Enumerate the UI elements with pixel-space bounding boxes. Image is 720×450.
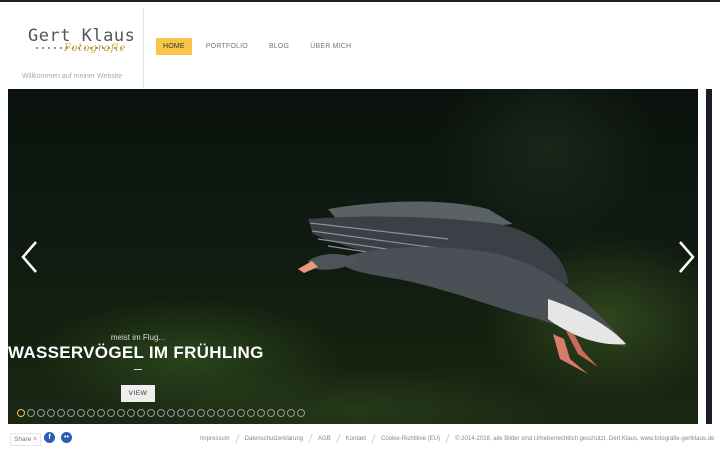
hero-slider[interactable]: meist im Flug... WASSERVÖGEL IM FRÜHLING… [8, 89, 698, 424]
slider-edge [706, 89, 712, 424]
slider-dot[interactable] [127, 409, 135, 417]
nav-item-home[interactable]: HOME [156, 38, 192, 55]
footer-link-datenschutz[interactable]: Datenschutzerklärung [245, 436, 303, 442]
slider-dot[interactable] [247, 409, 255, 417]
copyright-text: © 2014-2018, alle Bilder sind Urheberrec… [455, 435, 715, 442]
main-nav: HOME PORTFOLIO BLOG ÜBER MICH [156, 38, 365, 55]
site-header: Gert Klaus Fotografie Willkommen auf mei… [0, 2, 720, 88]
slider-dot[interactable] [147, 409, 155, 417]
footer-separator [336, 434, 341, 443]
slider-dot[interactable] [137, 409, 145, 417]
share-button[interactable]: Share ˄ [10, 433, 41, 446]
slider-dot[interactable] [187, 409, 195, 417]
slider-dot[interactable] [267, 409, 275, 417]
slider-pagination [17, 409, 305, 417]
slide-subtitle: meist im Flug... [110, 333, 166, 342]
nav-item-portfolio[interactable]: PORTFOLIO [199, 38, 255, 55]
slider-dot[interactable] [217, 409, 225, 417]
nav-item-blog[interactable]: BLOG [262, 38, 296, 55]
slider-dot[interactable] [57, 409, 65, 417]
site-tagline: Willkommen auf meiner Website [21, 73, 123, 80]
slider-dot[interactable] [87, 409, 95, 417]
slider-dot[interactable] [237, 409, 245, 417]
slider-dot[interactable] [67, 409, 75, 417]
logo-subtitle: Fotografie [64, 43, 127, 54]
share-label: Share [14, 436, 32, 443]
slider-dot[interactable] [117, 409, 125, 417]
footer-separator [235, 434, 240, 443]
slider-dot[interactable] [197, 409, 205, 417]
goose-image [298, 201, 626, 374]
slider-dot[interactable] [277, 409, 285, 417]
footer-separator [445, 434, 450, 443]
slider-dot[interactable] [37, 409, 45, 417]
slider-dot[interactable] [17, 409, 25, 417]
slider-dot[interactable] [157, 409, 165, 417]
footer-link-cookie[interactable]: Cookie-Richtlinie (EU) [381, 436, 440, 442]
slider-dot[interactable] [177, 409, 185, 417]
nav-item-ueber-mich[interactable]: ÜBER MICH [303, 38, 358, 55]
slider-prev-arrow-icon[interactable] [18, 239, 42, 275]
slider-dot[interactable] [27, 409, 35, 417]
slider-dot[interactable] [297, 409, 305, 417]
view-button[interactable]: VIEW [121, 385, 155, 402]
slider-dot[interactable] [97, 409, 105, 417]
caption-divider [134, 369, 142, 370]
slider-dot[interactable] [287, 409, 295, 417]
slider-next-arrow-icon[interactable] [674, 239, 698, 275]
facebook-icon[interactable]: f [44, 432, 55, 443]
footer-link-kontakt[interactable]: Kontakt [346, 436, 366, 442]
footer-links: Impressum Datenschutzerklärung AGB Konta… [200, 434, 714, 443]
slide-title: WASSERVÖGEL IM FRÜHLING [8, 343, 264, 362]
slider-dot[interactable] [227, 409, 235, 417]
slider-dot[interactable] [107, 409, 115, 417]
footer-separator [371, 434, 376, 443]
footer-link-agb[interactable]: AGB [318, 436, 331, 442]
flickr-icon[interactable]: •• [61, 432, 72, 443]
footer-separator [308, 434, 313, 443]
slider-dot[interactable] [167, 409, 175, 417]
footer-link-impressum[interactable]: Impressum [200, 436, 230, 442]
slider-dot[interactable] [47, 409, 55, 417]
brand-block[interactable]: Gert Klaus Fotografie Willkommen auf mei… [0, 8, 144, 88]
slider-dot[interactable] [207, 409, 215, 417]
slider-dot[interactable] [77, 409, 85, 417]
site-footer: Share ˄ f •• Impressum Datenschutzerklär… [0, 428, 720, 450]
slider-dot[interactable] [257, 409, 265, 417]
